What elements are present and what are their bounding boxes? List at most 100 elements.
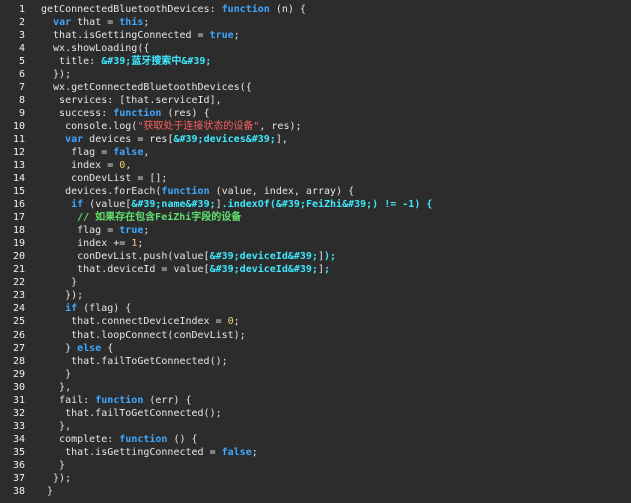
code-area[interactable]: getConnectedBluetoothDevices: function (… — [31, 0, 631, 503]
code-line: }); — [41, 68, 71, 81]
line-number: 19 — [12, 238, 25, 249]
code-line: that.connectDeviceIndex = 0; — [41, 315, 240, 328]
code-token: that = — [71, 17, 120, 28]
line-number: 2 — [18, 17, 25, 28]
code-line: getConnectedBluetoothDevices: function (… — [41, 3, 306, 16]
code-token: (value[ — [83, 199, 132, 210]
code-token: that.loopConnect(conDevList); — [41, 330, 246, 341]
code-token: (res) { — [161, 108, 210, 119]
code-line: complete: function () { — [41, 433, 198, 446]
line-number: 12 — [12, 147, 25, 158]
code-token: }); — [41, 473, 72, 484]
code-token: devices = res[ — [83, 134, 174, 145]
code-token: title: — [41, 56, 102, 67]
code-token: , — [143, 147, 150, 158]
line-number: 6 — [18, 69, 25, 80]
code-token: function — [161, 186, 210, 197]
code-token: () { — [167, 434, 198, 445]
code-line: that.deviceId = value[&#39;deviceId&#39;… — [41, 263, 330, 276]
code-line: success: function (res) { — [41, 107, 210, 120]
code-editor[interactable]: 1 2 3 4 5 6 7 8 9 10 11 12 13 14 15 16 17 18 19 20 21 22 23 24 2… — [0, 0, 631, 503]
line-number: 18 — [12, 225, 25, 236]
code-token: (err) { — [143, 395, 192, 406]
code-token: that.isGettingConnected = — [41, 447, 222, 458]
code-line: // 如果存在包含FeiZhi字段的设备 — [41, 211, 241, 224]
line-number: 11 — [12, 134, 25, 145]
code-token: &#39;devices&#39; — [173, 134, 276, 145]
code-line: console.log("获取处于连接状态的设备", res); — [41, 120, 301, 133]
code-token: ; — [143, 17, 150, 28]
line-number: 37 — [12, 473, 25, 484]
code-line: var devices = res[&#39;devices&#39;], — [41, 133, 288, 146]
code-token: index += — [41, 238, 132, 249]
code-line: } — [41, 459, 65, 472]
code-token: var — [53, 17, 72, 28]
code-line: index = 0, — [41, 159, 131, 172]
line-number: 24 — [12, 303, 25, 314]
line-number: 7 — [18, 82, 25, 93]
line-number: 14 — [12, 173, 25, 184]
line-number: 17 — [12, 212, 25, 223]
line-number: 33 — [12, 421, 25, 432]
code-line: flag = false, — [41, 146, 149, 159]
code-line: } else { — [41, 342, 113, 355]
code-line: devices.forEach(function (value, index, … — [41, 185, 354, 198]
code-token: ; — [137, 238, 144, 249]
code-token: false — [221, 447, 252, 458]
line-number: 27 — [12, 343, 25, 354]
code-line: }); — [41, 289, 83, 302]
code-token: devices.forEach( — [41, 186, 162, 197]
code-line: }, — [41, 381, 71, 394]
code-token: console.log( — [41, 121, 138, 132]
code-token: (n) { — [269, 4, 306, 15]
code-token: wx.showLoading({ — [41, 43, 150, 54]
line-number: 38 — [12, 486, 25, 497]
line-number: 30 — [12, 382, 25, 393]
code-token: function — [221, 4, 270, 15]
line-number: 20 — [12, 251, 25, 262]
code-token: .indexOf(&#39;FeiZhi&#39;) != -1) { — [221, 199, 433, 210]
line-number: 23 — [12, 290, 25, 301]
code-line: that.failToGetConnected(); — [41, 355, 228, 368]
code-token: { — [101, 343, 114, 354]
line-number: 13 — [12, 160, 25, 171]
line-number: 10 — [12, 121, 25, 132]
code-token: function — [95, 395, 144, 406]
line-number: 15 — [12, 186, 25, 197]
code-line: flag = true; — [41, 224, 149, 237]
code-token: "获取处于连接状态的设备" — [137, 121, 260, 132]
code-line: } — [41, 368, 71, 381]
code-token: if — [71, 199, 84, 210]
code-token: index = — [41, 160, 120, 171]
code-token: }, — [41, 382, 72, 393]
code-token: (flag) { — [77, 303, 132, 314]
code-token: that.failToGetConnected(); — [41, 408, 222, 419]
code-token: , — [125, 160, 132, 171]
line-number: 9 — [18, 108, 25, 119]
code-line: if (flag) { — [41, 302, 131, 315]
code-line: } — [41, 485, 53, 498]
line-number: 4 — [18, 43, 25, 54]
code-token: } — [41, 343, 78, 354]
code-token: (value, index, array) { — [209, 186, 355, 197]
code-token: conDevList.push(value[ — [41, 251, 210, 262]
line-number: 3 — [18, 30, 25, 41]
code-token: ; — [143, 225, 150, 236]
code-token: &#39;蓝牙搜索中&#39; — [101, 56, 212, 67]
line-number: 29 — [12, 369, 25, 380]
code-token: getConnectedBluetoothDevices: — [41, 4, 222, 15]
code-token: wx.getConnectedBluetoothDevices({ — [41, 82, 252, 93]
code-line: that.isGettingConnected = false; — [41, 446, 258, 459]
code-line: that.isGettingConnected = true; — [41, 29, 240, 42]
code-line: title: &#39;蓝牙搜索中&#39; — [41, 55, 211, 68]
line-number: 26 — [12, 330, 25, 341]
code-token: success: — [41, 108, 114, 119]
code-line: }); — [41, 472, 71, 485]
line-number: 22 — [12, 277, 25, 288]
code-line: that.failToGetConnected(); — [41, 407, 222, 420]
code-token: that.failToGetConnected(); — [41, 356, 228, 367]
code-token: false — [113, 147, 144, 158]
code-token: if — [65, 303, 78, 314]
